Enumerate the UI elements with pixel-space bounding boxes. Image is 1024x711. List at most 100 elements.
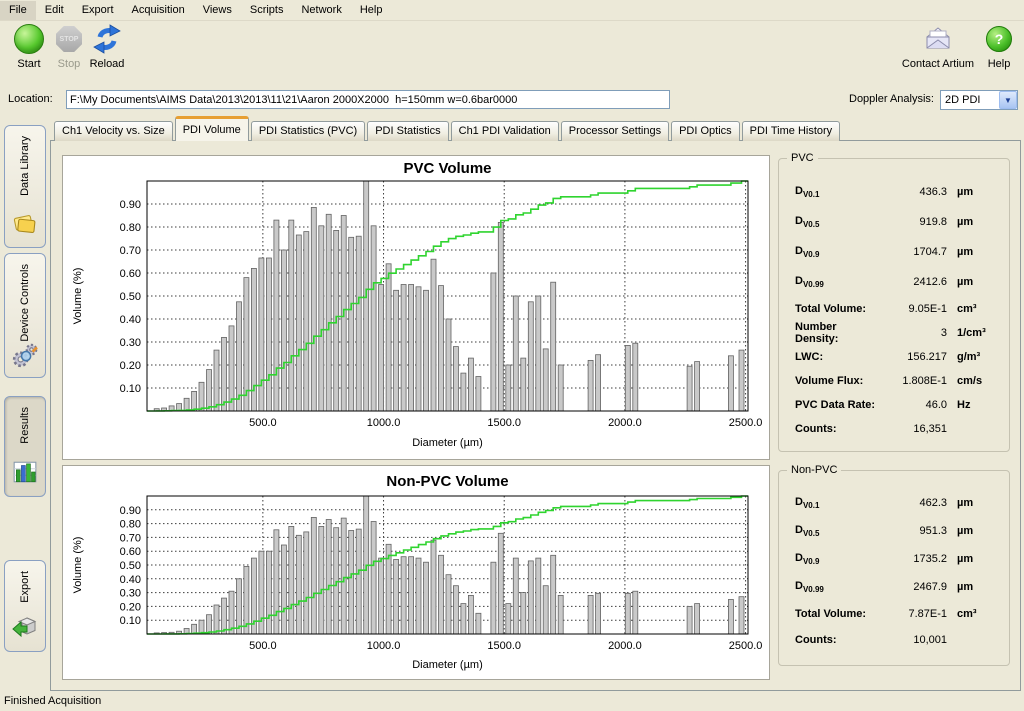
- y-tick-label: 0.90: [120, 199, 141, 211]
- histogram-bar: [356, 529, 361, 634]
- stat-row: DV0.1462.3µm: [779, 489, 1009, 517]
- histogram-bar: [349, 531, 354, 635]
- stat-value: 2467.9: [881, 581, 947, 593]
- tab-pdi-time-history[interactable]: PDI Time History: [742, 121, 841, 141]
- tab-pdi-statistics[interactable]: PDI Statistics: [367, 121, 448, 141]
- menu-views[interactable]: Views: [194, 1, 241, 20]
- stat-value: 7.87E-1: [881, 608, 947, 620]
- tab-ch1-velocity-vs-size[interactable]: Ch1 Velocity vs. Size: [54, 121, 173, 141]
- tab-processor-settings[interactable]: Processor Settings: [561, 121, 669, 141]
- histogram-bar: [476, 377, 481, 412]
- reload-icon: [92, 24, 122, 54]
- histogram-bar: [334, 528, 339, 634]
- stat-value: 951.3: [881, 525, 947, 537]
- menu-acquisition[interactable]: Acquisition: [123, 1, 194, 20]
- menu-scripts[interactable]: Scripts: [241, 1, 293, 20]
- y-tick-label: 0.40: [120, 314, 141, 326]
- x-tick-label: 1000.0: [367, 640, 401, 652]
- histogram-bar: [356, 236, 361, 411]
- tab-bar: Ch1 Velocity vs. SizePDI VolumePDI Stati…: [54, 118, 842, 141]
- menu-help[interactable]: Help: [351, 1, 392, 20]
- y-tick-label: 0.30: [120, 337, 141, 349]
- x-axis-label: Diameter (µm): [412, 659, 483, 671]
- histogram-bar: [596, 355, 601, 411]
- tab-ch1-pdi-validation[interactable]: Ch1 PDI Validation: [451, 121, 559, 141]
- histogram-bar: [536, 558, 541, 634]
- histogram-bar: [625, 345, 630, 411]
- nonpvc-stats-panel: Non-PVC DV0.1462.3µmDV0.5951.3µmDV0.9173…: [778, 470, 1010, 666]
- y-tick-label: 0.30: [120, 588, 141, 600]
- y-tick-label: 0.40: [120, 574, 141, 586]
- histogram-bar: [596, 593, 601, 634]
- tab-pdi-optics[interactable]: PDI Optics: [671, 121, 740, 141]
- stat-unit: µm: [957, 276, 1001, 288]
- x-tick-label: 500.0: [249, 417, 277, 429]
- doppler-analysis-value: 2D PDI: [941, 94, 999, 106]
- x-tick-label: 500.0: [249, 640, 277, 652]
- histogram-bar: [446, 319, 451, 411]
- stat-value: 16,351: [881, 423, 947, 435]
- histogram-bar: [416, 558, 421, 634]
- menu-file[interactable]: File: [0, 1, 36, 20]
- histogram-bar: [739, 350, 744, 411]
- histogram-bar: [214, 605, 219, 634]
- contact-artium-button[interactable]: Contact Artium: [896, 23, 980, 70]
- histogram-bar: [491, 562, 496, 634]
- histogram-bar: [289, 220, 294, 411]
- sidebar-item-export[interactable]: Export: [4, 560, 46, 652]
- histogram-bar: [439, 555, 444, 634]
- doppler-analysis-select[interactable]: 2D PDI ▼: [940, 90, 1018, 110]
- stat-label: DV0.5: [795, 215, 881, 229]
- pvc-panel-title: PVC: [787, 152, 818, 164]
- stat-label: Counts:: [795, 634, 881, 646]
- histogram-bar: [311, 517, 316, 634]
- histogram-bar: [199, 382, 204, 411]
- y-tick-label: 0.60: [120, 268, 141, 280]
- histogram-bar: [728, 356, 733, 411]
- location-input[interactable]: [66, 90, 670, 109]
- stat-unit: µm: [957, 186, 1001, 198]
- sidebar-item-device-controls[interactable]: Device Controls: [4, 253, 46, 378]
- sidebar-item-data-library[interactable]: Data Library: [4, 125, 46, 248]
- histogram-bar: [558, 595, 563, 634]
- histogram-bar: [739, 597, 744, 634]
- stat-unit: µm: [957, 581, 1001, 593]
- stat-unit: µm: [957, 497, 1001, 509]
- histogram-bar: [528, 561, 533, 634]
- stat-unit: µm: [957, 216, 1001, 228]
- histogram-bar: [311, 207, 316, 411]
- stat-label: Volume Flux:: [795, 375, 881, 387]
- gears-icon: [12, 342, 38, 371]
- histogram-bar: [588, 360, 593, 411]
- stat-row: LWC:156.217g/m³: [779, 345, 1009, 369]
- help-button[interactable]: ? Help: [982, 23, 1016, 70]
- stat-unit: µm: [957, 246, 1001, 258]
- stat-unit: µm: [957, 553, 1001, 565]
- reload-button-label: Reload: [84, 58, 130, 70]
- tab-pdi-statistics-pvc-[interactable]: PDI Statistics (PVC): [251, 121, 365, 141]
- stat-label: Total Volume:: [795, 608, 881, 620]
- y-tick-label: 0.50: [120, 560, 141, 572]
- sidebar-item-results[interactable]: Results: [4, 396, 46, 497]
- y-tick-label: 0.80: [120, 519, 141, 531]
- tab-pdi-volume[interactable]: PDI Volume: [175, 116, 249, 141]
- menu-edit[interactable]: Edit: [36, 1, 73, 20]
- histogram-bar: [551, 282, 556, 411]
- sidebar-item-label: Results: [19, 407, 31, 444]
- menu-export[interactable]: Export: [73, 1, 123, 20]
- stat-label: Number Density:: [795, 321, 881, 345]
- reload-button[interactable]: Reload: [84, 23, 130, 70]
- histogram-bar: [401, 557, 406, 634]
- histogram-bar: [281, 250, 286, 411]
- histogram-bar: [431, 259, 436, 411]
- histogram-bar: [687, 606, 692, 634]
- histogram-bar: [394, 560, 399, 635]
- histogram-bar: [633, 343, 638, 411]
- export-arrow-icon: [11, 614, 39, 643]
- menu-network[interactable]: Network: [292, 1, 350, 20]
- stat-row: DV0.1436.3µm: [779, 177, 1009, 207]
- sidebar-item-label: Device Controls: [19, 264, 31, 342]
- stat-unit: cm³: [957, 608, 1001, 620]
- histogram-bar: [214, 350, 219, 411]
- chart-title: Non-PVC Volume: [386, 473, 508, 490]
